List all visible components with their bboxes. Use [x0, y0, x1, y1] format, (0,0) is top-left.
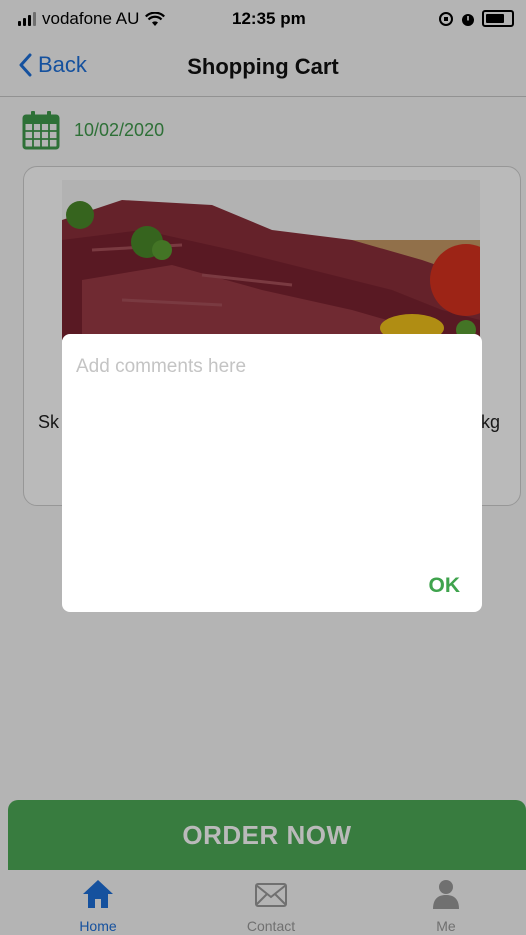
comment-dialog: OK: [62, 334, 482, 612]
ok-button[interactable]: OK: [429, 574, 461, 598]
app-screen: vodafone AU 12:35 pm Back Shopping Cart …: [0, 0, 526, 935]
comment-input[interactable]: [76, 352, 466, 560]
